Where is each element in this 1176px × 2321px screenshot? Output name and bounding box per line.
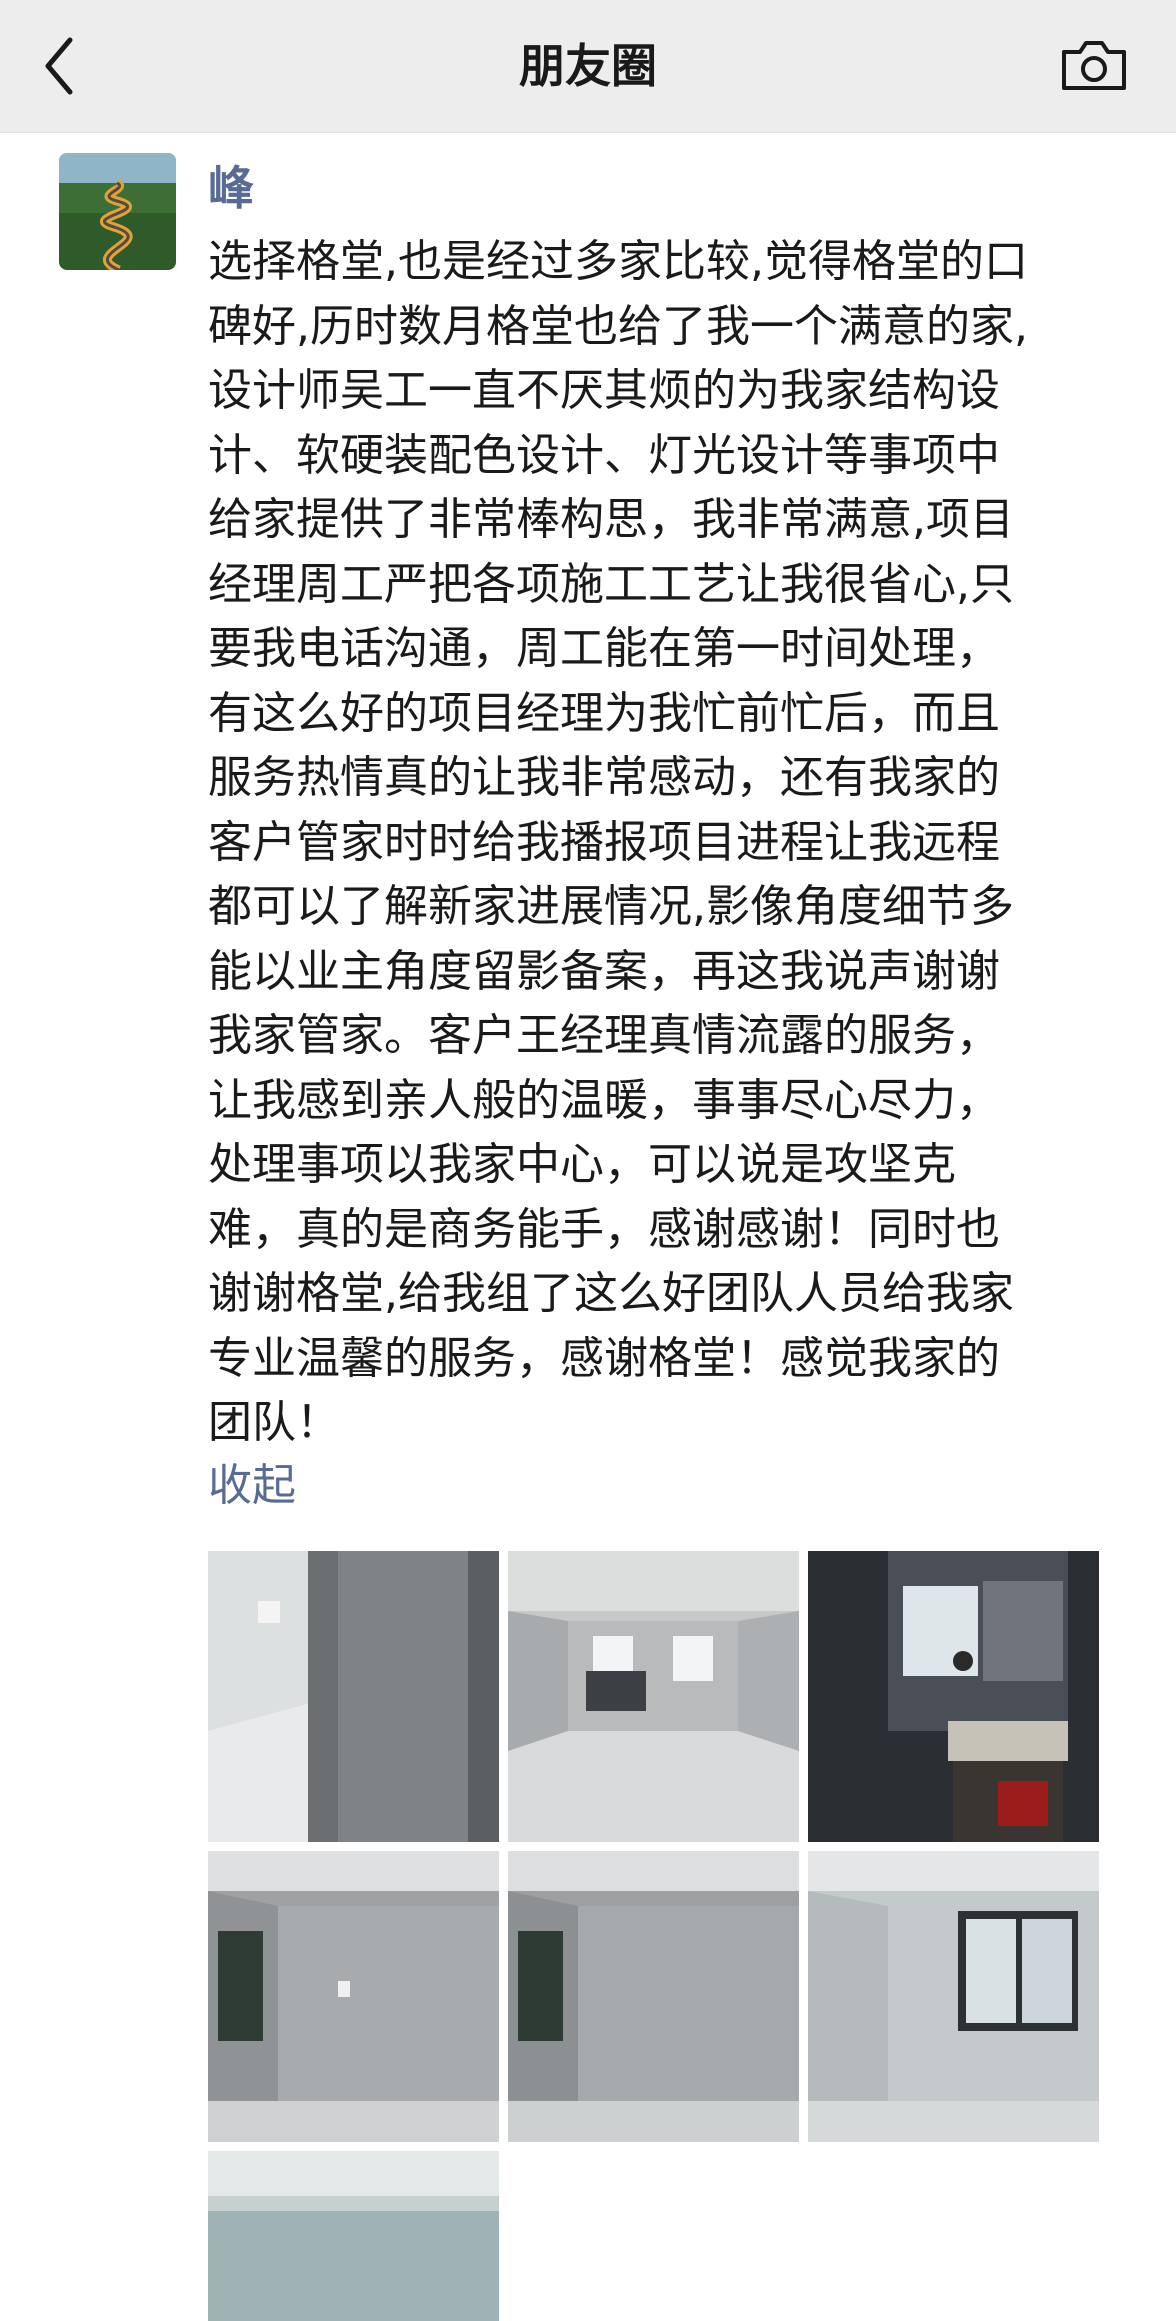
post-text-line: 让我感到亲人般的温暖，事事尽心尽力， [208, 1074, 1000, 1126]
author-avatar[interactable] [59, 153, 176, 270]
photo-thumbnail[interactable] [208, 1551, 499, 1842]
post-text-line: 团队！ [208, 1397, 340, 1448]
post-text-line: 我家管家。客户王经理真情流露的服务， [208, 1010, 1000, 1061]
photo-thumbnail[interactable] [208, 1851, 499, 2142]
camera-icon[interactable] [1058, 36, 1130, 94]
post-text-line: 有这么好的项目经理为我忙前忙后，而且 [208, 687, 1000, 739]
post-text-line: 碑好,历时数月格堂也给了我一个满意的家, [208, 300, 1028, 352]
collapse-link[interactable]: 收起 [208, 1456, 296, 1516]
photo-thumbnail[interactable] [808, 1551, 1099, 1842]
post-text-line: 服务热情真的让我非常感动，还有我家的 [208, 752, 1000, 803]
post-text-line: 处理事项以我家中心，可以说是攻坚克 [208, 1139, 956, 1190]
photo-thumbnail[interactable] [208, 2151, 499, 2321]
photo-thumbnail[interactable] [508, 1551, 799, 1842]
post-text-line: 经理周工严把各项施工工艺让我很省心,只 [208, 558, 1014, 610]
post-text-line: 都可以了解新家进展情况,影像角度细节多 [208, 881, 1014, 932]
top-navigation-bar: 朋友圈 [0, 0, 1176, 133]
photo-grid [208, 1551, 1100, 2321]
author-name[interactable]: 峰 [208, 158, 254, 218]
post-text-line: 难，真的是商务能手，感谢感谢！同时也 [208, 1203, 1000, 1255]
post-text-line: 选择格堂,也是经过多家比较,觉得格堂的口 [208, 236, 1028, 287]
post-text-line: 客户管家时时给我播报项目进程让我远程 [208, 816, 1000, 868]
post-text-line: 要我电话沟通，周工能在第一时间处理， [208, 623, 1000, 674]
photo-thumbnail[interactable] [808, 1851, 1099, 2142]
post-text-line: 谢谢格堂,给我组了这么好团队人员给我家 [208, 1268, 1014, 1319]
post-text-line: 专业温馨的服务，感谢格堂！感觉我家的 [208, 1332, 1000, 1384]
photo-thumbnail[interactable] [508, 1851, 799, 2142]
post-text-line: 设计师吴工一直不厌其烦的为我家结构设 [208, 365, 1000, 416]
post-text-line: 给家提供了非常棒构思，我非常满意,项目 [208, 494, 1014, 545]
page-title: 朋友圈 [519, 39, 657, 93]
post-text: 选择格堂,也是经过多家比较,觉得格堂的口 碑好,历时数月格堂也给了我一个满意的家… [208, 230, 1148, 1456]
post-text-line: 能以业主角度留影备案，再这我说声谢谢 [208, 945, 1000, 997]
post-text-line: 计、软硬装配色设计、灯光设计等事项中 [208, 429, 1000, 481]
